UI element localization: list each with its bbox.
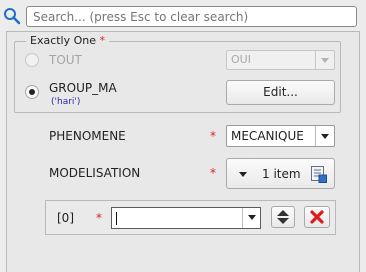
list-item-value-combo[interactable] (111, 207, 261, 229)
modelisation-required-marker: * (210, 166, 216, 180)
phenomene-combo[interactable]: MECANIQUE (226, 125, 335, 147)
edit-list-icon (311, 166, 327, 183)
text-caret (116, 212, 117, 225)
phenomene-required-marker: * (210, 129, 216, 143)
phenomene-label: PHENOMENE (49, 129, 126, 143)
search-input[interactable] (26, 6, 357, 27)
tout-value-combo: OUI (226, 50, 335, 70)
up-down-arrows-icon (277, 210, 289, 224)
delete-item-button[interactable] (304, 206, 330, 228)
move-up-down-button[interactable] (271, 206, 295, 228)
modelisation-count: 1 item (262, 167, 301, 181)
expand-arrow-icon (239, 172, 247, 177)
delete-x-icon (310, 210, 324, 224)
modelisation-label: MODELISATION (49, 166, 141, 180)
phenomene-value: MECANIQUE (231, 129, 304, 143)
search-icon (4, 8, 21, 25)
option-group-ma-value: ('hari') (51, 97, 81, 107)
required-marker: * (99, 34, 106, 47)
list-item-required-marker: * (96, 211, 102, 225)
radio-group-ma[interactable] (25, 85, 39, 99)
tout-value: OUI (231, 53, 251, 66)
dropdown-arrow-icon[interactable] (242, 208, 260, 228)
list-item-index: [0] (57, 211, 74, 225)
dropdown-arrow-icon (315, 51, 334, 69)
option-tout-label: TOUT (49, 53, 82, 67)
dropdown-arrow-icon[interactable] (315, 126, 334, 146)
group-title: Exactly One * (26, 34, 110, 48)
group-title-label: Exactly One (30, 34, 97, 47)
option-group-ma-label: GROUP_MA (49, 81, 117, 95)
edit-button[interactable]: Edit... (226, 80, 335, 105)
modelisation-list-button[interactable]: 1 item (226, 158, 335, 189)
radio-tout (25, 53, 39, 67)
